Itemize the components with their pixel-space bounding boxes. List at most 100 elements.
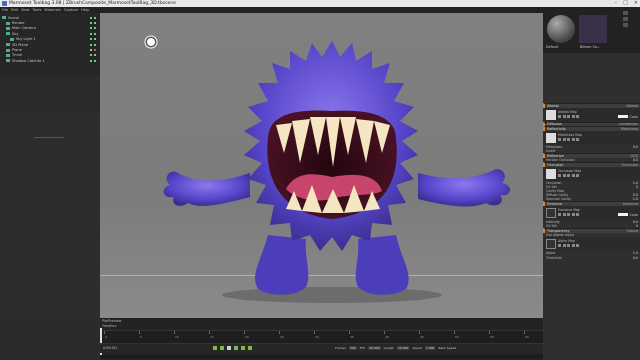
visibility-icon[interactable] [90,27,92,30]
color-swatch[interactable] [618,213,628,217]
gear-icon[interactable] [567,213,570,217]
texture-thumbnail[interactable] [546,168,556,179]
material-thumbnail[interactable] [579,15,607,43]
ruler-tick [279,331,280,334]
play-icon[interactable] [227,346,231,350]
visibility-icon[interactable] [90,22,92,25]
texture-map-slot: Occlusion Map [543,166,640,181]
visibility-icon[interactable] [90,16,92,19]
delete-material-button[interactable] [623,23,628,27]
scene-properties-panel [0,113,100,318]
folder-icon[interactable] [558,173,561,177]
lock-icon[interactable] [94,16,96,19]
ruler-label: 25 [280,335,284,339]
refresh-icon[interactable] [571,137,575,141]
timeline-scrollbar[interactable] [100,355,543,358]
scene-tree-item-label: Tmrvl [12,53,23,58]
timeline-stat-label: Frames [335,346,346,350]
monster-model[interactable] [100,13,543,318]
refresh-icon[interactable] [571,244,575,248]
next-frame-icon[interactable] [234,346,238,350]
duplicate-material-button[interactable] [623,17,628,21]
refresh-icon[interactable] [571,173,575,177]
first-frame-icon[interactable] [213,346,217,350]
loop-icon[interactable] [248,346,252,350]
texture-channel: Color [629,213,638,218]
timeline-stat-label: FPS [359,346,366,350]
ruler-tick [314,331,315,334]
scene-tree-item[interactable]: Shadow Catcher 1 [2,58,100,63]
lock-icon[interactable] [94,54,96,57]
visibility-icon[interactable] [90,43,92,46]
ruler-tick [139,331,140,334]
lock-icon[interactable] [94,32,96,35]
lock-icon[interactable] [94,27,96,30]
prev-frame-icon[interactable] [220,346,224,350]
folder-icon[interactable] [558,137,561,141]
gear-icon[interactable] [567,244,570,248]
timeline-stat-value[interactable]: 300 [348,346,357,350]
folder-icon[interactable] [558,114,561,118]
lock-icon[interactable] [94,59,96,62]
3d-viewport[interactable] [100,13,543,318]
timeline-stat-value[interactable]: 1.000 [424,346,436,350]
object-icon [6,48,10,52]
search-icon[interactable] [562,213,566,217]
property-value[interactable]: 0.0 [633,256,638,260]
refresh-icon[interactable] [571,213,575,217]
menu-view[interactable]: View [21,8,30,12]
refresh-icon[interactable] [571,114,575,118]
menu-edit[interactable]: Edit [11,8,18,12]
texture-thumbnail[interactable] [546,132,556,143]
lock-icon[interactable] [94,49,96,52]
folder-icon[interactable] [558,244,561,248]
texture-map-slot: Alpha Map [543,237,640,252]
lock-icon[interactable] [94,43,96,46]
ruler-tick [174,331,175,334]
gear-icon[interactable] [567,114,570,118]
ruler-label: 0 [105,335,107,339]
menu-file[interactable]: File [2,8,8,12]
visibility-icon[interactable] [90,59,92,62]
new-material-button[interactable] [623,11,628,15]
texture-map-label: Emissive Map [558,208,580,213]
folder-icon[interactable] [558,213,561,217]
property-label: Threshold [546,255,562,260]
texture-thumbnail[interactable] [546,109,556,120]
menu-help[interactable]: Help [81,8,89,12]
visibility-icon[interactable] [90,49,92,52]
lock-icon[interactable] [94,22,96,25]
search-icon[interactable] [562,173,566,177]
menu-materials[interactable]: Materials [44,8,60,12]
texture-map-label: Alpha Map [558,239,575,244]
maximize-icon[interactable]: □ [623,0,628,6]
lock-icon[interactable] [94,38,96,41]
texture-thumbnail[interactable] [546,239,556,250]
timeline-ruler[interactable]: 0 5 10 15 20 25 30 35 40 45 50 55 60 [100,330,543,343]
search-icon[interactable] [562,244,566,248]
gear-icon[interactable] [567,137,570,141]
color-swatch[interactable] [618,114,628,118]
search-icon[interactable] [562,114,566,118]
close-icon[interactable] [576,173,579,177]
timeline-header: Pla/Preview [102,319,122,323]
close-icon[interactable] [576,244,579,248]
menu-capture[interactable]: Capture [64,8,78,12]
material-sphere-preview[interactable] [547,15,575,43]
timeline-stat-value[interactable]: 30.000 [368,346,381,350]
last-frame-icon[interactable] [241,346,245,350]
close-icon[interactable] [576,213,579,217]
visibility-icon[interactable] [90,54,92,57]
window-controls: – □ × [615,0,638,6]
close-icon[interactable] [576,137,579,141]
timeline-stat-value[interactable]: 10.000 [396,346,410,350]
close-icon[interactable]: × [634,0,638,6]
close-icon[interactable] [576,114,579,118]
texture-thumbnail[interactable] [546,208,556,219]
menu-tools[interactable]: Tools [33,8,42,12]
visibility-icon[interactable] [90,32,92,35]
minimize-icon[interactable]: – [615,0,618,6]
visibility-icon[interactable] [90,38,92,41]
gear-icon[interactable] [567,173,570,177]
search-icon[interactable] [562,137,566,141]
